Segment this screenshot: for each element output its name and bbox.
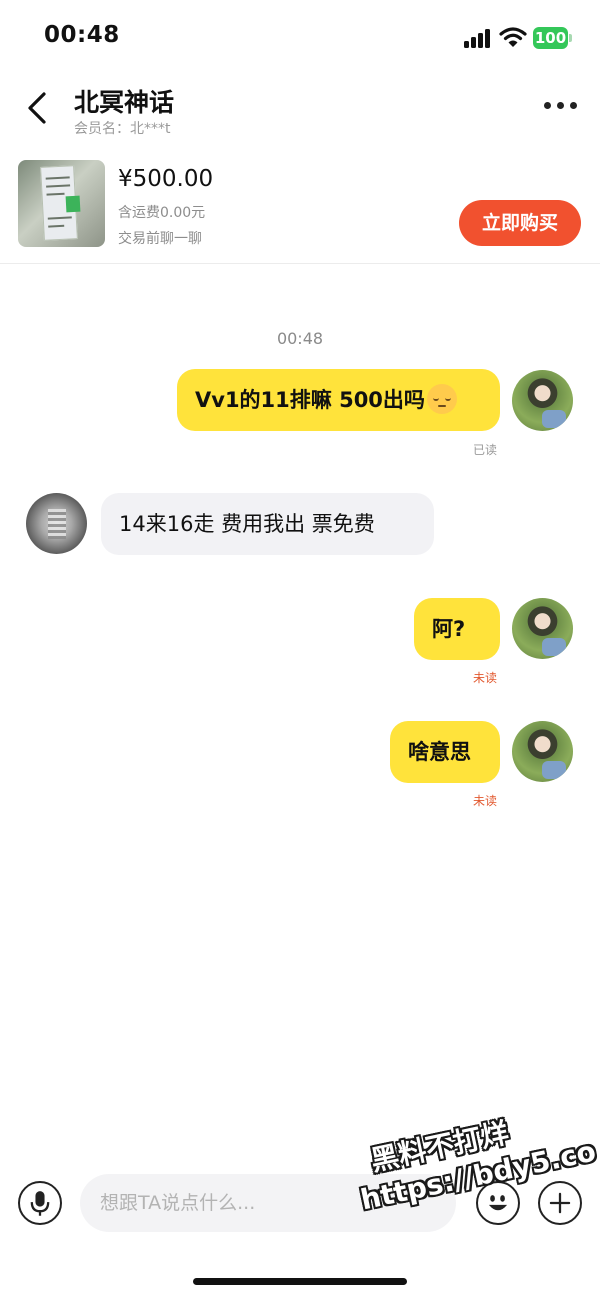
message-bubble-sent[interactable]: Vv1的11排嘛 500出吗 xyxy=(177,369,500,431)
message-text: 阿? xyxy=(432,617,466,641)
message-list: 00:48 Vv1的11排嘛 500出吗 已读 14来16走 费用我出 票免费 … xyxy=(0,265,600,1165)
member-name: 会员名：北***t xyxy=(74,121,171,137)
message-text: 14来16走 费用我出 票免费 xyxy=(119,512,375,536)
buy-now-button[interactable]: 立即购买 xyxy=(459,200,581,246)
message-text: Vv1的11排嘛 500出吗 xyxy=(195,388,425,412)
wifi-icon xyxy=(499,27,527,47)
home-indicator[interactable] xyxy=(193,1278,407,1285)
shipping-fee: 含运费0.00元 xyxy=(118,205,206,221)
status-time: 00:48 xyxy=(44,22,120,48)
chat-before-trade-note: 交易前聊一聊 xyxy=(118,231,202,247)
message-bubble-received[interactable]: 14来16走 费用我出 票免费 xyxy=(101,493,434,555)
avatar-self[interactable] xyxy=(512,370,573,431)
more-dots-icon[interactable] xyxy=(540,98,580,112)
cellular-signal-icon xyxy=(464,28,492,48)
unread-status: 未读 xyxy=(473,794,498,808)
battery-icon: 100 xyxy=(533,27,572,49)
contact-name: 北冥神话 xyxy=(74,88,175,117)
status-bar: 00:48 100 xyxy=(0,0,600,76)
read-status: 已读 xyxy=(473,443,498,457)
battery-level: 100 xyxy=(533,27,568,49)
plus-icon[interactable] xyxy=(538,1181,582,1225)
message-bubble-sent[interactable]: 啥意思 xyxy=(390,721,500,783)
product-price: ¥500.00 xyxy=(118,166,214,192)
avatar-self[interactable] xyxy=(512,721,573,782)
chat-screen: 00:48 100 北冥神话 会员名：北***t ¥500.00 含运费0.00… xyxy=(0,0,600,1299)
product-thumbnail[interactable] xyxy=(18,160,105,247)
message-text: 啥意思 xyxy=(408,740,471,764)
chevron-left-icon[interactable] xyxy=(22,88,54,128)
relieved-face-icon xyxy=(426,384,457,414)
message-bubble-sent[interactable]: 阿? xyxy=(414,598,500,660)
unread-status: 未读 xyxy=(473,671,498,685)
product-card[interactable]: ¥500.00 含运费0.00元 交易前聊一聊 立即购买 xyxy=(0,146,600,264)
chat-header: 北冥神话 会员名：北***t xyxy=(0,76,600,146)
microphone-icon[interactable] xyxy=(18,1181,62,1225)
message-timestamp: 00:48 xyxy=(276,329,324,348)
avatar-self[interactable] xyxy=(512,598,573,659)
avatar-other[interactable] xyxy=(26,493,87,554)
